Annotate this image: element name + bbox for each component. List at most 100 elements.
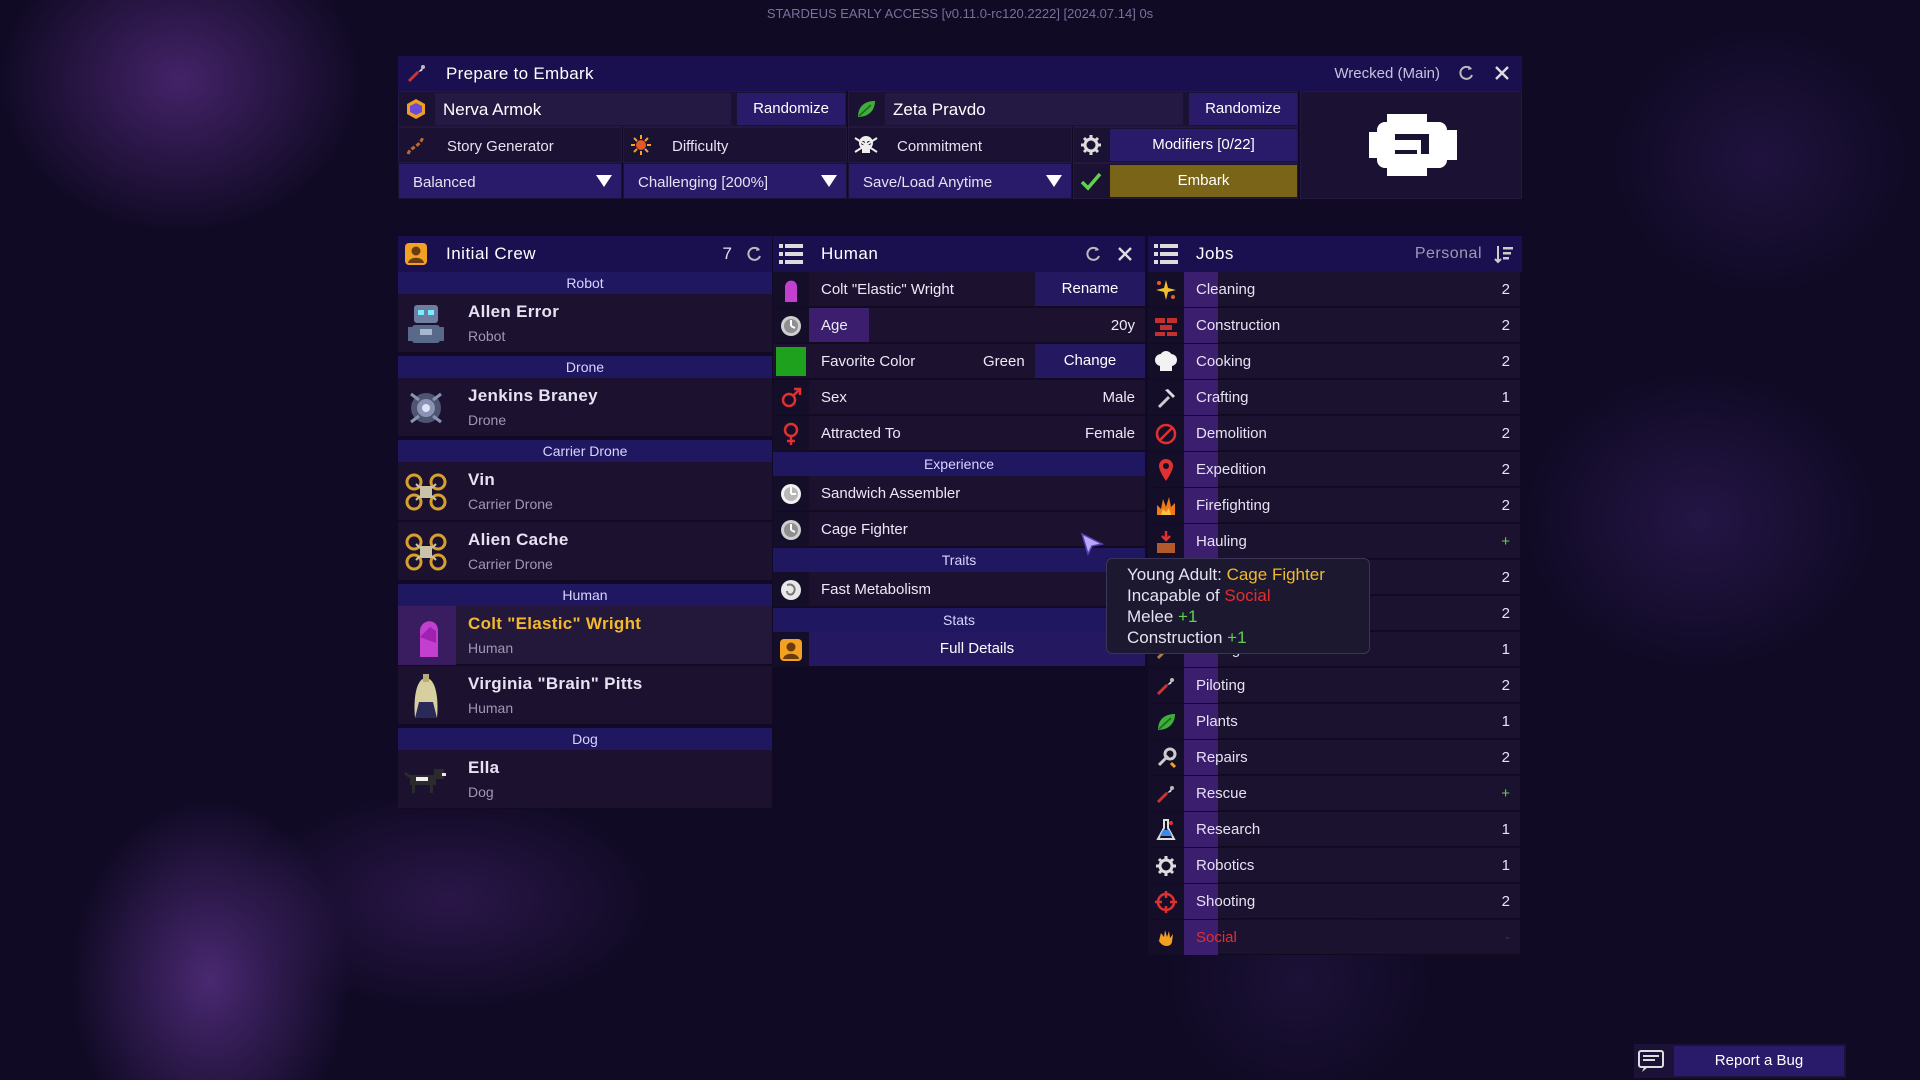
refresh-icon[interactable] [1081,242,1105,266]
crew-member-virginia-pitts[interactable]: Virginia "Brain" Pitts Human [398,666,772,725]
human-name: Colt "Elastic" Wright [821,281,954,298]
job-row-expedition[interactable]: Expedition 2 [1148,452,1520,487]
job-row-demolition[interactable]: Demolition 2 [1148,416,1520,451]
job-label: Social [1196,929,1237,946]
job-priority-value[interactable]: 2 [1502,569,1510,586]
crew-member-type: Human [468,700,514,716]
job-priority-value[interactable]: 2 [1502,461,1510,478]
person-icon [773,632,809,667]
ship-name-field[interactable]: Nerva Armok [435,93,731,125]
story-path-icon [403,132,429,158]
job-row-robotics[interactable]: Robotics 1 [1148,848,1520,883]
job-row-crafting[interactable]: Crafting 1 [1148,380,1520,415]
ship-randomize-button[interactable]: Randomize [737,93,845,125]
job-row-piloting[interactable]: Piloting 2 [1148,668,1520,703]
job-priority-value[interactable]: 1 [1502,857,1510,874]
close-icon[interactable] [1490,61,1514,85]
carrier-drone-avatar-icon [404,528,448,576]
pilot-icon [1148,668,1184,703]
job-priority-value[interactable]: 2 [1502,353,1510,370]
job-label: Cleaning [1196,281,1256,298]
crew-count: 7 [722,244,732,263]
job-row-research[interactable]: Research 1 [1148,812,1520,847]
sort-icon[interactable] [1492,242,1516,266]
save-name: Wrecked (Main) [1334,65,1440,82]
job-row-shooting[interactable]: Shooting 2 [1148,884,1520,919]
crew-member-jenkins-braney[interactable]: Jenkins Braney Drone [398,378,772,437]
bug-report-icon [1634,1044,1670,1078]
age-bar-track [809,308,1145,342]
jobs-mode[interactable]: Personal [1415,245,1482,263]
refresh-icon[interactable] [742,242,766,266]
map-pin-icon [1148,452,1184,487]
crew-member-type: Drone [468,412,507,428]
crew-member-name: Vin [468,470,496,489]
job-priority-value[interactable]: 2 [1502,605,1510,622]
job-row-plants[interactable]: Plants 1 [1148,704,1520,739]
dropdown-arrow-icon [1045,172,1063,190]
close-icon[interactable] [1113,242,1137,266]
job-priority-value[interactable]: 1 [1502,821,1510,838]
report-bug-button[interactable]: Report a Bug [1674,1046,1844,1076]
crew-member-allen-error[interactable]: Allen Error Robot [398,294,772,353]
crew-member-type: Dog [468,784,494,800]
job-row-social[interactable]: Social - [1148,920,1520,955]
sector-randomize-button[interactable]: Randomize [1189,93,1297,125]
job-priority-value[interactable]: 2 [1502,893,1510,910]
job-priority-value[interactable]: 1 [1502,713,1510,730]
crew-member-colt-wright[interactable]: Colt "Elastic" Wright Human [398,606,772,665]
job-row-firefighting[interactable]: Firefighting 2 [1148,488,1520,523]
job-priority-value[interactable]: 1 [1502,641,1510,658]
human-title: Human [821,244,879,263]
crew-member-name: Alien Cache [468,530,569,549]
job-row-hauling[interactable]: Hauling + [1148,524,1520,559]
commitment-label: Commitment [897,138,983,155]
difficulty-select[interactable]: Challenging [200%] [623,163,847,199]
favorite-color-swatch [776,347,806,376]
crew-member-name: Colt "Elastic" Wright [468,614,642,633]
sector-name-field[interactable]: Zeta Pravdo [885,93,1183,125]
tooltip-line: Incapable of Social [1127,586,1271,606]
ship-name-row: Nerva Armok Randomize [398,91,846,127]
difficulty-label-cell: Difficulty [623,127,847,163]
job-priority-value[interactable]: 2 [1502,281,1510,298]
chef-hat-icon [1148,344,1184,379]
human-name-row: Colt "Elastic" Wright Rename [773,272,1145,307]
job-priority-value[interactable]: 2 [1502,749,1510,766]
job-row-repairs[interactable]: Repairs 2 [1148,740,1520,775]
change-color-button[interactable]: Change [1035,344,1145,378]
modifiers-button[interactable]: Modifiers [0/22] [1110,129,1297,161]
job-priority-value[interactable]: 1 [1502,389,1510,406]
job-row-cooking[interactable]: Cooking 2 [1148,344,1520,379]
job-priority-value[interactable]: - [1505,929,1510,946]
crew-member-vin[interactable]: Vin Carrier Drone [398,462,772,521]
experience-item[interactable]: Sandwich Assembler [773,476,1145,511]
crew-member-type: Carrier Drone [468,556,553,572]
crew-member-ella[interactable]: Ella Dog [398,750,772,809]
story-generator-select[interactable]: Balanced [398,163,622,199]
job-row-cleaning[interactable]: Cleaning 2 [1148,272,1520,307]
crew-member-type: Carrier Drone [468,496,553,512]
crew-member-name: Jenkins Braney [468,386,598,405]
tooltip-line: Construction +1 [1127,628,1247,648]
job-priority-value[interactable]: 2 [1502,497,1510,514]
embark-button[interactable]: Embark [1110,165,1297,197]
wrench-icon [1148,740,1184,775]
crew-member-alien-cache[interactable]: Alien Cache Carrier Drone [398,522,772,581]
job-row-construction[interactable]: Construction 2 [1148,308,1520,343]
commitment-select[interactable]: Save/Load Anytime [848,163,1072,199]
rename-button[interactable]: Rename [1035,272,1145,306]
job-priority-value[interactable]: 2 [1502,425,1510,442]
job-priority-value[interactable]: + [1501,533,1510,550]
job-priority-value[interactable]: + [1501,785,1510,802]
dog-avatar-icon [404,756,448,804]
trait-item[interactable]: Fast Metabolism [773,572,1145,607]
job-priority-value[interactable]: 2 [1502,317,1510,334]
favorite-color-row: Favorite Color Green Change [773,344,1145,379]
refresh-icon[interactable] [1454,61,1478,85]
job-priority-value[interactable]: 2 [1502,677,1510,694]
embark-cell: Embark [1073,163,1298,199]
job-row-rescue[interactable]: Rescue + [1148,776,1520,811]
human-avatar-icon [398,606,456,665]
full-details-button[interactable]: Full Details [809,632,1145,666]
